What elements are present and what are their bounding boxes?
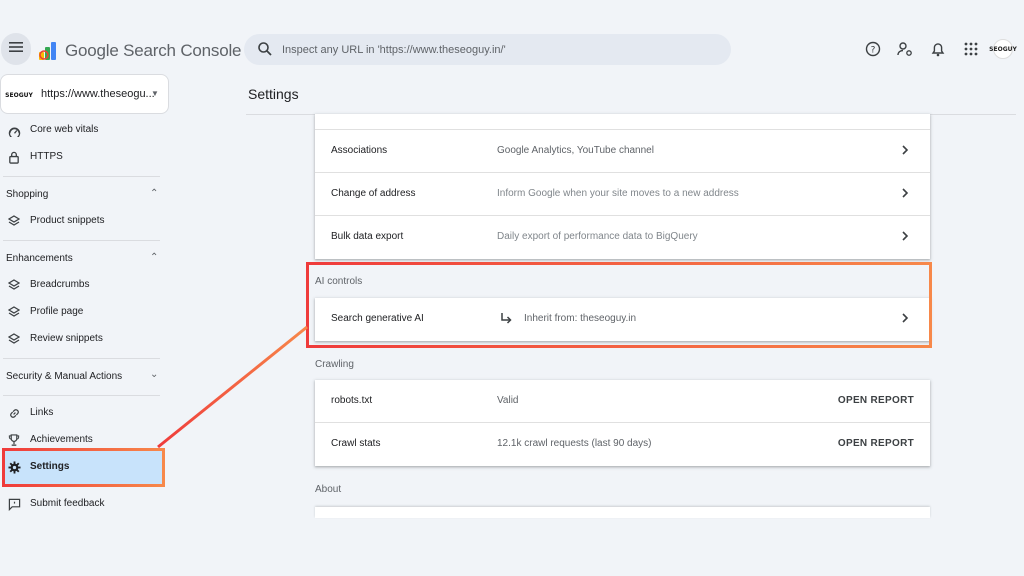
connector-line <box>157 325 308 449</box>
annotation-connector <box>157 325 308 449</box>
